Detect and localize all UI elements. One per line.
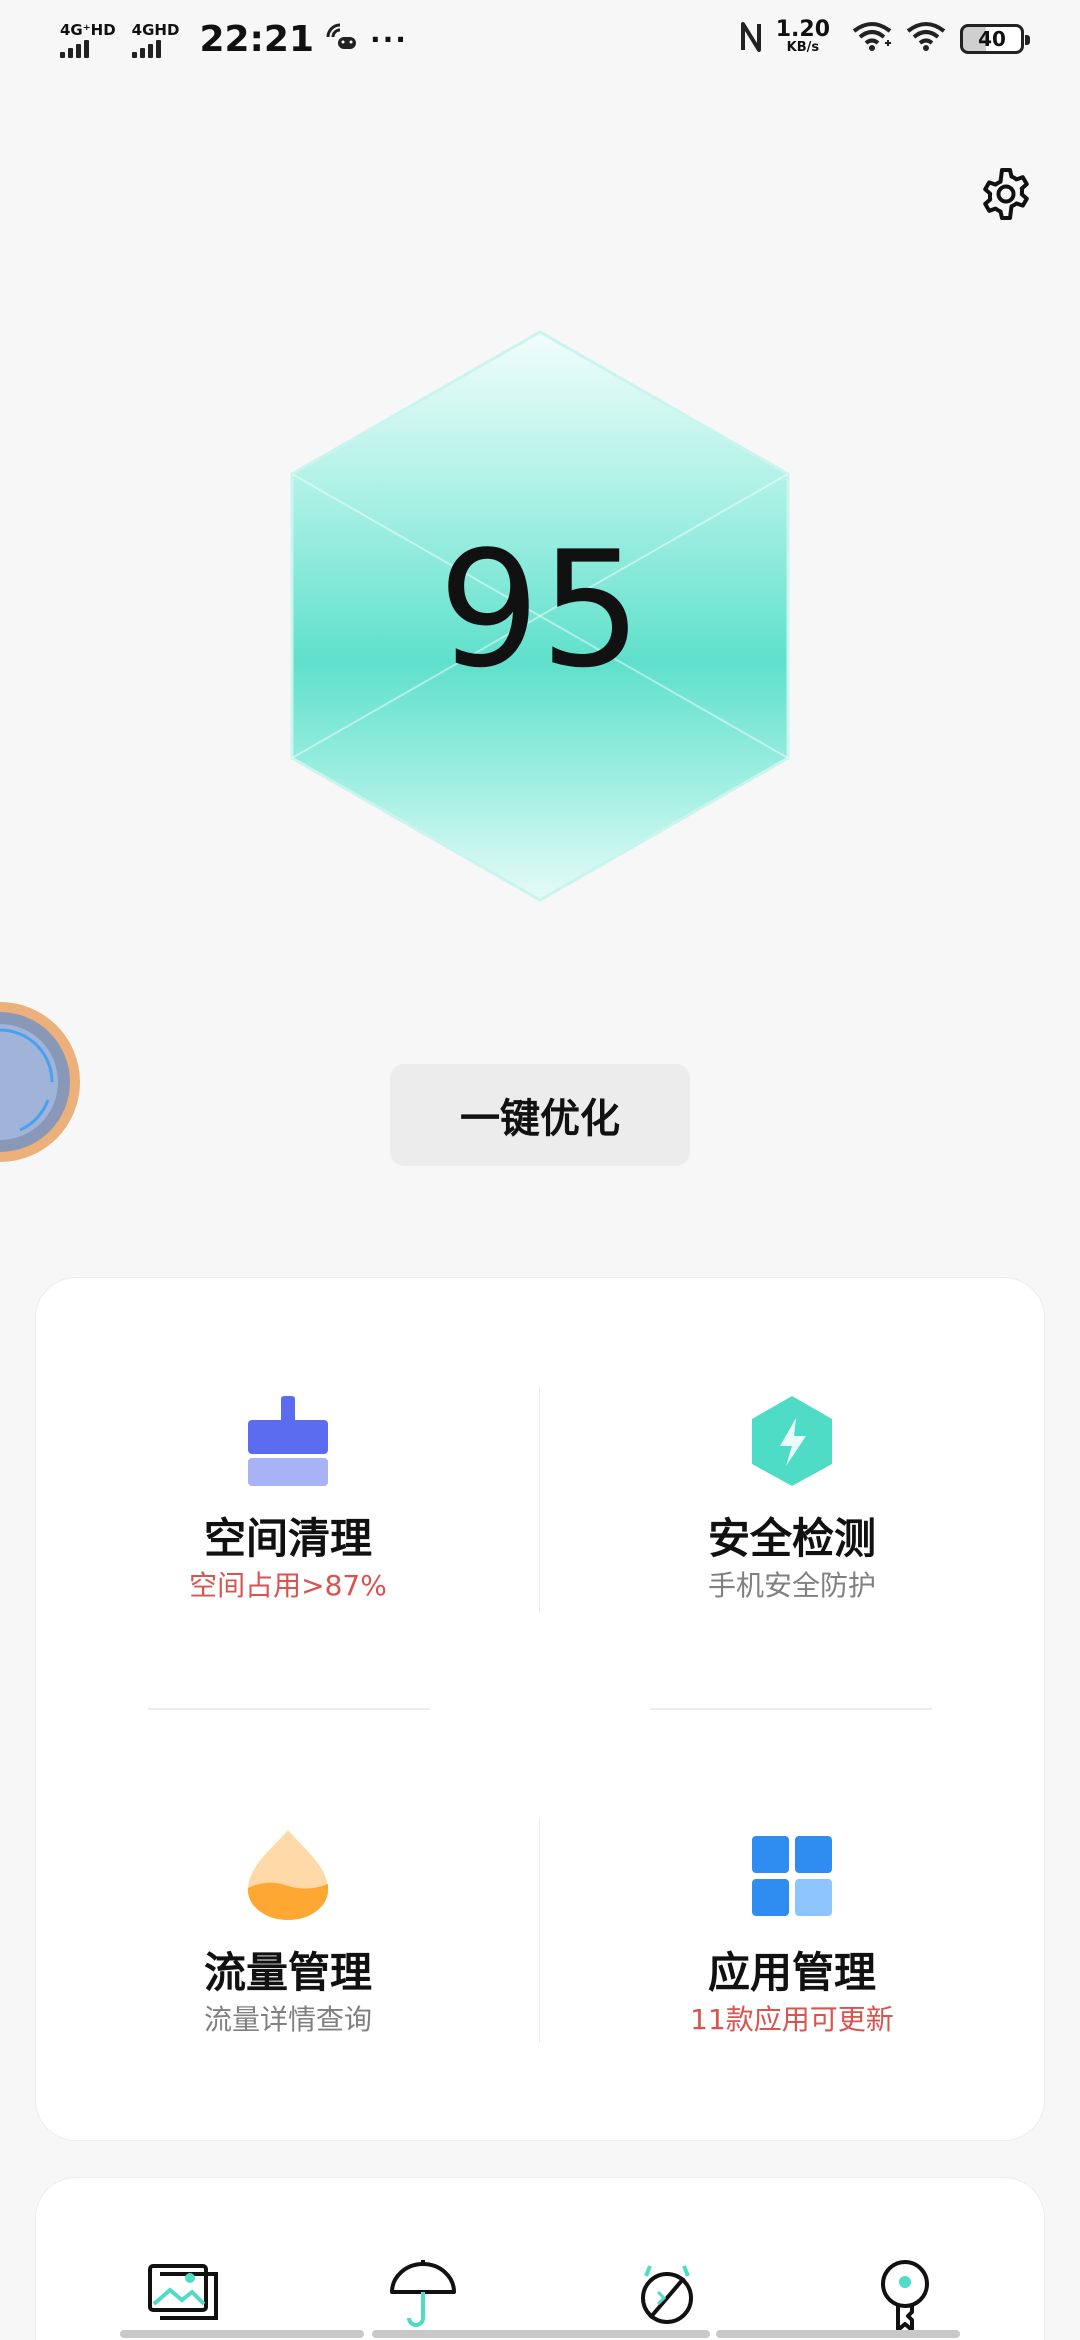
clock: 22:21 <box>199 19 315 60</box>
apps-grid-icon <box>752 1836 832 1916</box>
battery-icon: 40 <box>960 24 1030 54</box>
signal-bars-icon <box>60 39 89 58</box>
status-bar-left: 4G⁺HD 4GHD 22:21 ··· <box>60 18 408 62</box>
tool-data-management[interactable]: 流量管理 流量详情查询 <box>36 1830 540 2130</box>
wifi-icon-2 <box>906 21 946 57</box>
phone-manager-screen: 4G⁺HD 4GHD 22:21 ··· 1.20 KB/s 40 95 一键优… <box>0 0 1080 2340</box>
health-score: 95 <box>438 516 642 703</box>
status-bar: 4G⁺HD 4GHD 22:21 ··· 1.20 KB/s 40 <box>0 0 1080 84</box>
tool-subtitle: 空间占用>87% <box>189 1569 387 1602</box>
tool-app-management[interactable]: 应用管理 11款应用可更新 <box>540 1830 1044 2130</box>
tool-title: 安全检测 <box>707 1514 876 1563</box>
broom-icon <box>248 1396 328 1486</box>
scroll-indicator <box>716 2330 960 2338</box>
nfc-icon <box>740 20 762 58</box>
tool-subtitle: 手机安全防护 <box>707 1569 876 1602</box>
gear-icon <box>983 168 1029 220</box>
no-disturb-icon[interactable] <box>630 2258 704 2332</box>
status-bar-right: 1.20 KB/s 40 <box>740 17 1030 58</box>
tool-space-clean[interactable]: 空间清理 空间占用>87% <box>36 1396 540 1696</box>
data-drop-icon <box>248 1830 328 1920</box>
floating-assistant-ball[interactable] <box>0 1000 82 1164</box>
one-tap-optimize-button[interactable]: 一键优化 <box>390 1064 690 1166</box>
tool-title: 空间清理 <box>203 1514 372 1563</box>
tool-title: 应用管理 <box>707 1948 876 1997</box>
scroll-indicator <box>372 2330 710 2338</box>
settings-button[interactable] <box>974 162 1038 226</box>
network-label-1: 4G⁺HD <box>60 20 116 39</box>
network-speed-unit: KB/s <box>786 40 820 55</box>
more-notifications-icon: ··· <box>370 23 408 56</box>
tool-security-check[interactable]: 安全检测 手机安全防护 <box>540 1396 1044 1696</box>
photos-icon[interactable] <box>146 2258 220 2332</box>
horizontal-divider <box>148 1708 430 1710</box>
hotspot-android-icon <box>324 23 360 57</box>
umbrella-icon[interactable] <box>386 2258 460 2332</box>
quick-tools-card <box>36 2178 1044 2340</box>
network-label-2: 4GHD <box>131 20 180 39</box>
tool-subtitle: 11款应用可更新 <box>690 2003 894 2036</box>
battery-level: 40 <box>978 27 1006 51</box>
network-indicator-1: 4G⁺HD <box>60 20 116 58</box>
network-speed-value: 1.20 <box>775 17 830 42</box>
network-indicator-2: 4GHD <box>131 20 180 58</box>
wifi-icon <box>852 21 892 57</box>
horizontal-divider <box>650 1708 932 1710</box>
scroll-indicator <box>120 2330 364 2338</box>
tool-title: 流量管理 <box>203 1948 372 1997</box>
network-speed: 1.20 KB/s <box>775 17 830 57</box>
key-icon[interactable] <box>868 2258 942 2332</box>
shield-lightning-icon <box>752 1396 832 1486</box>
tool-subtitle: 流量详情查询 <box>203 2003 372 2036</box>
tools-card: 空间清理 空间占用>87% 安全检测 手机安全防护 流量管理 流量详情查询 应用… <box>36 1278 1044 2140</box>
signal-bars-icon <box>131 39 161 58</box>
